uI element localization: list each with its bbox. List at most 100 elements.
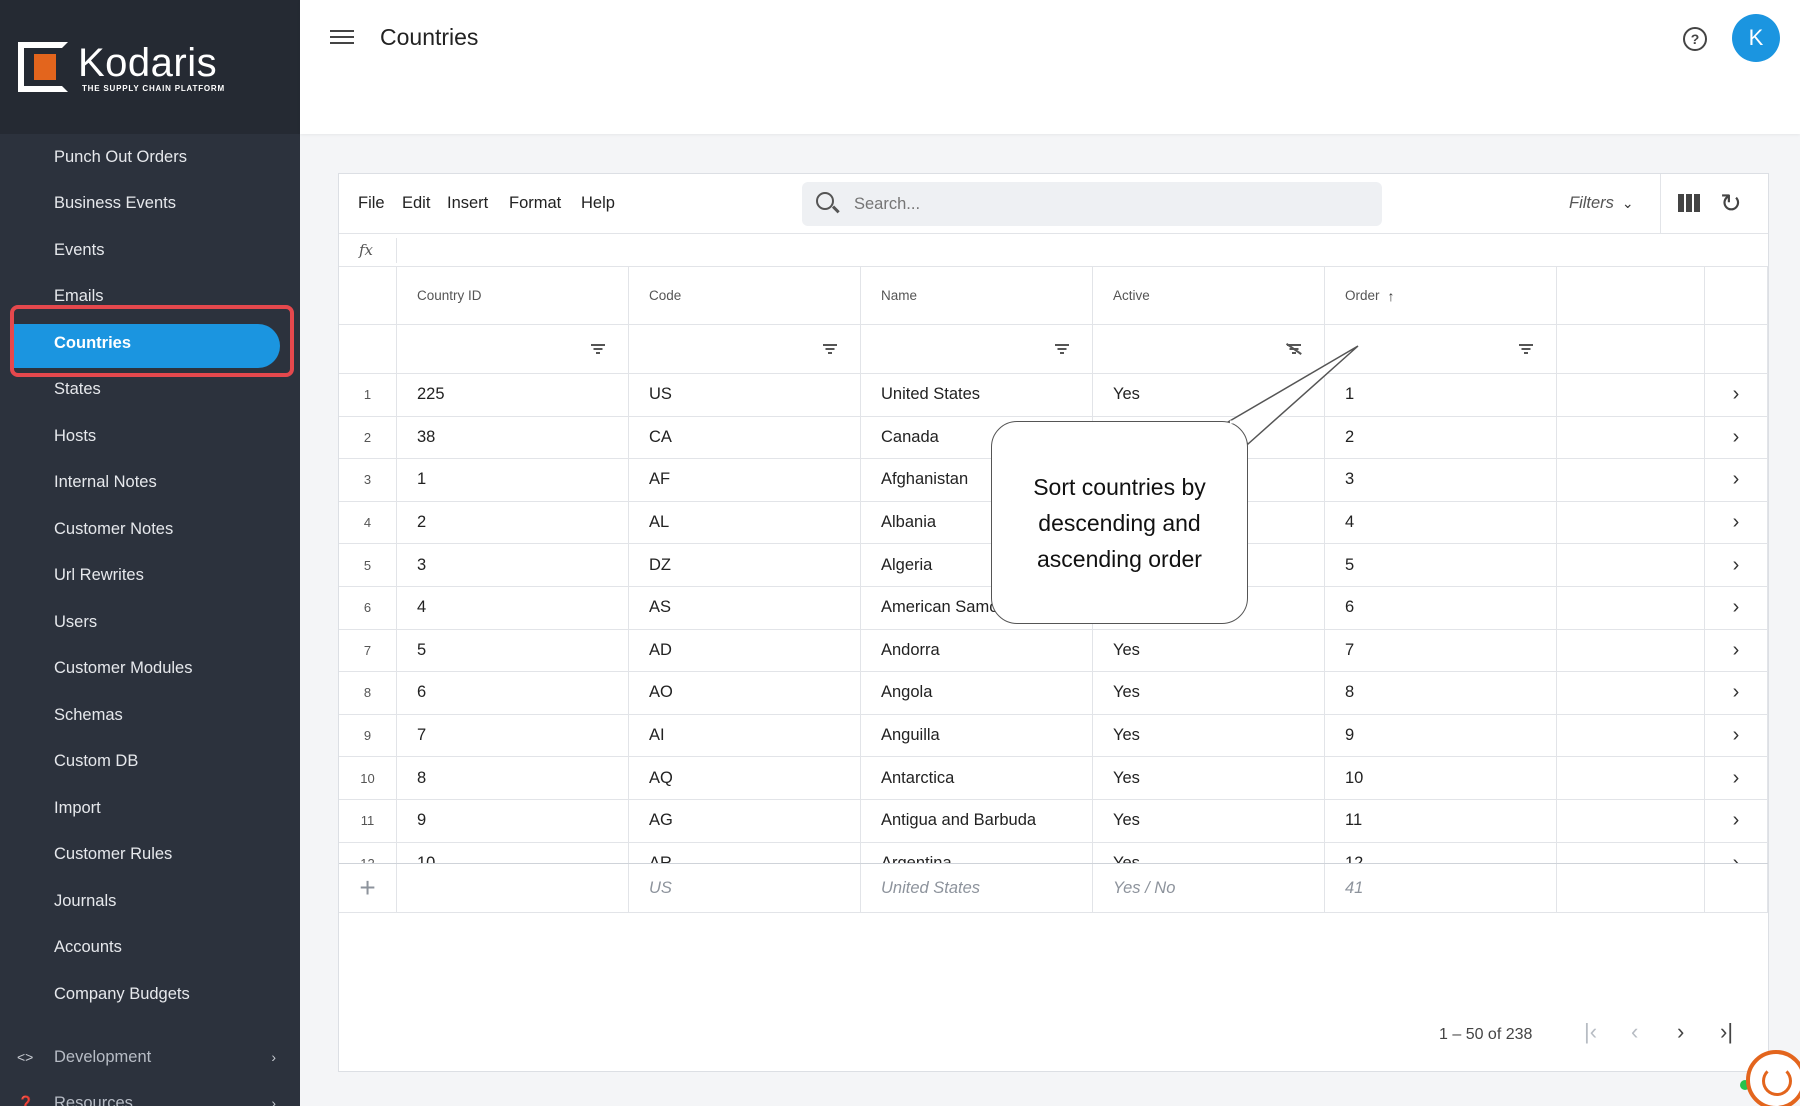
sidebar-item-company-budgets[interactable]: Company Budgets — [0, 971, 300, 1018]
search-input[interactable] — [854, 182, 1354, 226]
cell-active[interactable]: Yes — [1093, 714, 1325, 757]
add-row-icon[interactable]: + — [339, 864, 397, 912]
column-header-active[interactable]: Active — [1093, 267, 1325, 324]
sidebar-item-customer-rules[interactable]: Customer Rules — [0, 832, 300, 879]
column-header-name[interactable]: Name — [861, 267, 1093, 324]
cell-country-id[interactable]: 6 — [397, 672, 629, 714]
open-row-chevron-icon[interactable]: › — [1705, 501, 1768, 544]
cell-country-id[interactable]: 38 — [397, 416, 629, 459]
cell-code[interactable]: CA — [629, 416, 861, 459]
menu-edit[interactable]: Edit — [402, 194, 430, 213]
open-row-chevron-icon[interactable]: › — [1705, 714, 1768, 757]
cell-country-id[interactable]: 1 — [397, 459, 629, 501]
sidebar-item-punch-out-orders[interactable]: Punch Out Orders — [0, 134, 300, 181]
cell-country-id[interactable]: 225 — [397, 374, 629, 416]
first-page-icon[interactable]: |‹ — [1584, 1019, 1597, 1045]
sidebar-item-business-events[interactable]: Business Events — [0, 181, 300, 228]
cell-order[interactable]: 7 — [1325, 629, 1557, 672]
refresh-icon[interactable]: ↻ — [1720, 188, 1742, 219]
cell-code[interactable]: AL — [629, 501, 861, 544]
help-icon[interactable]: ? — [1683, 27, 1707, 51]
cell-name[interactable]: Angola — [861, 672, 1093, 714]
sidebar-item-schemas[interactable]: Schemas — [0, 692, 300, 739]
cell-active[interactable]: Yes — [1093, 757, 1325, 799]
open-row-chevron-icon[interactable]: › — [1705, 800, 1768, 842]
open-row-chevron-icon[interactable]: › — [1705, 587, 1768, 629]
filter-cell-name[interactable] — [861, 325, 1093, 373]
columns-icon[interactable] — [1678, 194, 1700, 212]
cell-order[interactable]: 3 — [1325, 459, 1557, 501]
cell-active[interactable]: Yes — [1093, 629, 1325, 672]
cell-code[interactable]: DZ — [629, 544, 861, 586]
menu-format[interactable]: Format — [509, 194, 561, 213]
cell-code[interactable]: AQ — [629, 757, 861, 799]
menu-file[interactable]: File — [358, 194, 385, 213]
open-row-chevron-icon[interactable]: › — [1705, 374, 1768, 416]
filter-cell-active[interactable] — [1093, 325, 1325, 373]
new-row-placeholder-order[interactable]: 41 — [1325, 864, 1557, 912]
cell-country-id[interactable]: 7 — [397, 714, 629, 757]
filter-cell-country-id[interactable] — [397, 325, 629, 373]
cell-order[interactable]: 8 — [1325, 672, 1557, 714]
sidebar-group-resources[interactable]: ❓ Resources › — [0, 1080, 300, 1106]
cell-country-id[interactable]: 3 — [397, 544, 629, 586]
sidebar-item-url-rewrites[interactable]: Url Rewrites — [0, 553, 300, 600]
filters-dropdown[interactable]: Filters ⌄ — [1569, 194, 1634, 213]
sidebar-item-hosts[interactable]: Hosts — [0, 413, 300, 460]
prev-page-icon[interactable]: ‹ — [1631, 1019, 1638, 1045]
kodaris-logo[interactable]: Kodaris THE SUPPLY CHAIN PLATFORM — [0, 0, 300, 134]
sidebar-group-development[interactable]: <> Development › — [0, 1034, 300, 1080]
sidebar-item-events[interactable]: Events — [0, 227, 300, 274]
cell-code[interactable]: US — [629, 374, 861, 416]
cell-active[interactable]: Yes — [1093, 672, 1325, 714]
cell-country-id[interactable]: 8 — [397, 757, 629, 799]
avatar[interactable]: K — [1732, 14, 1780, 62]
sidebar-item-customer-modules[interactable]: Customer Modules — [0, 646, 300, 693]
cell-order[interactable]: 6 — [1325, 587, 1557, 629]
sidebar-item-import[interactable]: Import — [0, 785, 300, 832]
new-row-placeholder-name[interactable]: United States — [861, 864, 1093, 912]
cell-country-id[interactable]: 4 — [397, 587, 629, 629]
sidebar-item-customer-notes[interactable]: Customer Notes — [0, 506, 300, 553]
filter-icon[interactable] — [822, 344, 838, 354]
new-row-placeholder-code[interactable]: US — [629, 864, 861, 912]
cell-country-id[interactable]: 5 — [397, 629, 629, 672]
cell-name[interactable]: Antarctica — [861, 757, 1093, 799]
menu-help[interactable]: Help — [581, 194, 615, 213]
filter-icon[interactable] — [1054, 344, 1070, 354]
cell-active[interactable]: Yes — [1093, 842, 1325, 863]
column-header-code[interactable]: Code — [629, 267, 861, 324]
cell-code[interactable]: AD — [629, 629, 861, 672]
cell-order[interactable]: 9 — [1325, 714, 1557, 757]
filter-cell-order[interactable] — [1325, 325, 1557, 373]
cell-name[interactable]: Andorra — [861, 629, 1093, 672]
open-row-chevron-icon[interactable]: › — [1705, 842, 1768, 863]
filter-cell-code[interactable] — [629, 325, 861, 373]
last-page-icon[interactable]: ›| — [1720, 1019, 1733, 1045]
open-row-chevron-icon[interactable]: › — [1705, 416, 1768, 459]
column-header-order[interactable]: Order ↑ — [1325, 267, 1557, 324]
column-header-country-id[interactable]: Country ID — [397, 267, 629, 324]
cell-name[interactable]: Antigua and Barbuda — [861, 800, 1093, 842]
filter-icon[interactable] — [590, 344, 606, 354]
cell-order[interactable]: 1 — [1325, 374, 1557, 416]
cell-order[interactable]: 2 — [1325, 416, 1557, 459]
sidebar-item-users[interactable]: Users — [0, 599, 300, 646]
open-row-chevron-icon[interactable]: › — [1705, 459, 1768, 501]
open-row-chevron-icon[interactable]: › — [1705, 544, 1768, 586]
hamburger-menu-icon[interactable] — [330, 26, 354, 50]
cell-code[interactable]: AG — [629, 800, 861, 842]
filter-icon[interactable] — [1518, 344, 1534, 354]
cell-name[interactable]: United States — [861, 374, 1093, 416]
cell-country-id[interactable]: 2 — [397, 501, 629, 544]
cell-order[interactable]: 11 — [1325, 800, 1557, 842]
cell-name[interactable]: Argentina — [861, 842, 1093, 863]
sidebar-item-internal-notes[interactable]: Internal Notes — [0, 460, 300, 507]
cell-country-id[interactable]: 9 — [397, 800, 629, 842]
sort-ascending-icon[interactable]: ↑ — [1388, 288, 1395, 304]
cell-order[interactable]: 5 — [1325, 544, 1557, 586]
open-row-chevron-icon[interactable]: › — [1705, 757, 1768, 799]
open-row-chevron-icon[interactable]: › — [1705, 672, 1768, 714]
cell-order[interactable]: 10 — [1325, 757, 1557, 799]
menu-insert[interactable]: Insert — [447, 194, 488, 213]
